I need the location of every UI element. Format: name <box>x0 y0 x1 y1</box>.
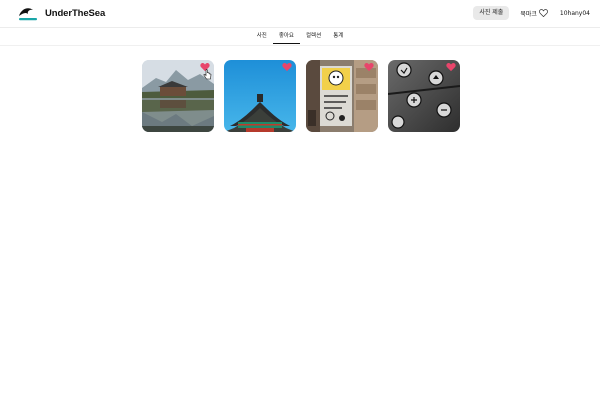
bookmark-link[interactable]: 북마크 <box>520 9 548 18</box>
photo-card[interactable] <box>224 60 296 132</box>
like-heart-icon[interactable] <box>282 62 292 72</box>
header-actions: 사진 제출 북마크 10hany04 <box>473 6 590 20</box>
top-header: UnderTheSea 사진 제출 북마크 10hany04 <box>0 0 600 28</box>
heart-outline-icon <box>538 9 548 17</box>
tab-photos[interactable]: 사진 <box>251 31 273 44</box>
tab-collections[interactable]: 컬렉션 <box>300 31 327 44</box>
liked-photos-grid <box>142 60 460 132</box>
tabs-divider <box>0 45 600 46</box>
brand-logo[interactable]: UnderTheSea <box>17 5 105 21</box>
tab-stats[interactable]: 통계 <box>327 31 349 44</box>
tab-likes[interactable]: 좋아요 <box>272 31 300 44</box>
photo-card[interactable] <box>306 60 378 132</box>
like-heart-icon[interactable] <box>364 62 374 72</box>
profile-tabs: 사진 좋아요 컬렉션 통계 <box>0 31 600 45</box>
photo-card[interactable] <box>142 60 214 132</box>
submit-photo-button[interactable]: 사진 제출 <box>473 6 510 20</box>
like-heart-icon[interactable] <box>446 62 456 72</box>
user-profile-link[interactable]: 10hany04 <box>560 10 590 17</box>
pointer-cursor-icon <box>203 69 212 80</box>
logo-wave-icon <box>19 8 37 21</box>
photo-card[interactable] <box>388 60 460 132</box>
brand-name: UnderTheSea <box>45 7 106 19</box>
bookmark-label: 북마크 <box>520 10 537 18</box>
